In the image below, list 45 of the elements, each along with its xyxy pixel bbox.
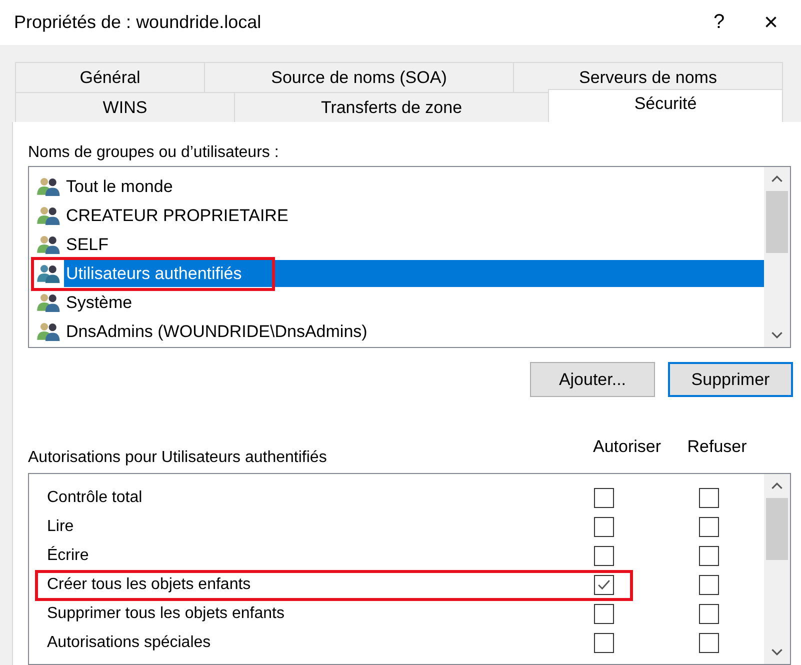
users-icon: [37, 176, 61, 196]
dialog-button[interactable]: Supprimer: [668, 362, 793, 398]
list-item[interactable]: Système: [64, 288, 134, 316]
permission-name: Créer tous les objets enfants: [47, 576, 252, 594]
list-item[interactable]: CREATEUR PROPRIETAIRE: [64, 202, 290, 229]
tab[interactable]: WINS: [15, 92, 235, 122]
users-icon: [37, 264, 61, 283]
checkbox[interactable]: [594, 632, 614, 652]
permissions-label: Autorisations pour Utilisateurs authentifiés: [28, 449, 328, 467]
checkbox[interactable]: [699, 574, 719, 594]
list-item[interactable]: SELF: [64, 230, 111, 258]
window-title: Propriétés de : woundride.local: [14, 12, 262, 33]
scrollbar-thumb[interactable]: [766, 190, 788, 253]
checkbox[interactable]: [594, 516, 614, 536]
users-icon: [37, 322, 61, 341]
scrollbar-thumb[interactable]: [766, 498, 788, 560]
column-header: Refuser: [686, 437, 748, 457]
tab[interactable]: Serveurs de noms: [513, 62, 783, 92]
checkbox[interactable]: [699, 632, 719, 652]
permission-name: Lire: [47, 518, 75, 536]
checkbox[interactable]: [699, 604, 719, 624]
list-item[interactable]: Utilisateurs authentifiés: [64, 260, 764, 287]
checkbox[interactable]: [594, 604, 614, 624]
help-button[interactable]: ?: [697, 4, 741, 40]
permission-name: Autorisations spéciales: [47, 634, 212, 652]
list-item[interactable]: DnsAdmins (WOUNDRIDE\DnsAdmins): [64, 318, 370, 345]
permission-name: Écrire: [47, 546, 90, 564]
checkbox[interactable]: [699, 516, 719, 536]
permission-name: Contrôle total: [47, 488, 144, 506]
checkbox[interactable]: [699, 488, 719, 508]
permission-name: Supprimer tous les objets enfants: [47, 604, 286, 622]
list-item[interactable]: Tout le monde: [64, 172, 175, 200]
checkbox[interactable]: [594, 574, 614, 594]
dialog-button[interactable]: Ajouter...: [530, 362, 655, 398]
tab[interactable]: Sécurité: [548, 89, 783, 122]
list-label: Noms de groupes ou d’utilisateurs :: [28, 144, 280, 163]
users-icon: [37, 206, 61, 225]
checkbox[interactable]: [699, 546, 719, 566]
tab[interactable]: Général: [15, 62, 205, 92]
checkbox[interactable]: [594, 546, 614, 566]
column-header: Autoriser: [592, 437, 662, 457]
users-icon: [37, 292, 61, 312]
checkbox[interactable]: [594, 488, 614, 508]
close-button[interactable]: ×: [749, 4, 793, 40]
users-icon: [37, 234, 61, 254]
